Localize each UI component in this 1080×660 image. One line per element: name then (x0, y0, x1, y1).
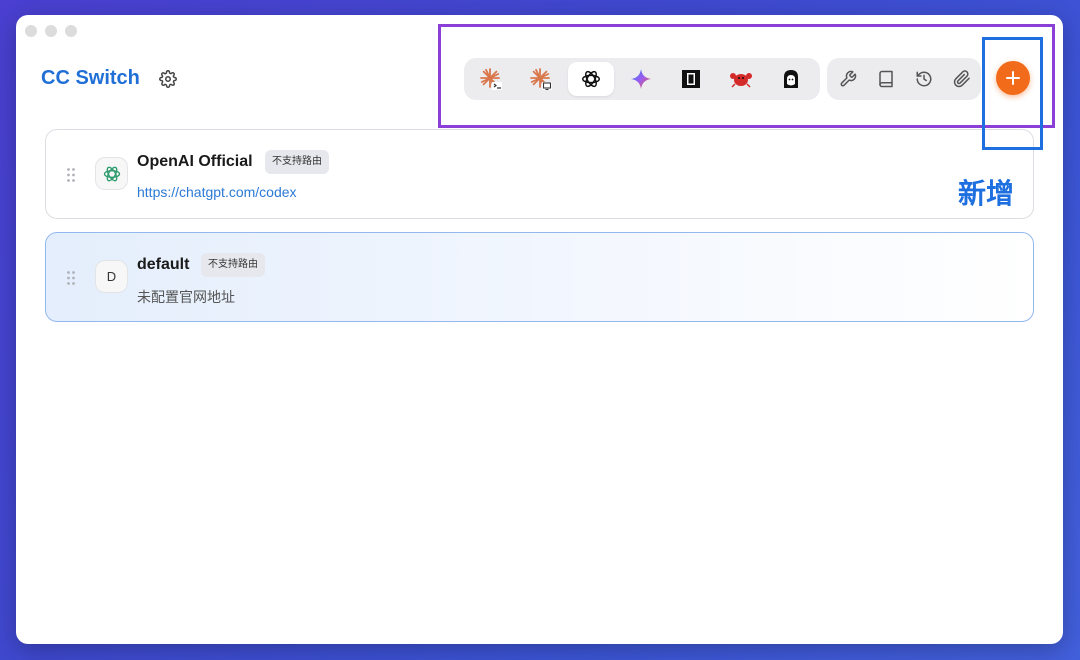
red-crab-icon (730, 73, 752, 88)
app-tab-character[interactable] (768, 62, 814, 96)
provider-name: OpenAI Official (137, 153, 253, 170)
app-tab-claude-code[interactable] (468, 62, 514, 96)
provider-card[interactable]: D default 不支持路由 未配置官网地址 (45, 232, 1034, 322)
tools-button[interactable] (833, 64, 863, 94)
provider-url-link[interactable]: https://chatgpt.com/codex (137, 184, 297, 200)
app-tab-claude-desktop[interactable] (518, 62, 564, 96)
character-avatar-icon (784, 70, 798, 88)
plus-icon (1006, 71, 1020, 85)
app-tab-openai[interactable] (568, 62, 614, 96)
app-tab-black-square[interactable] (668, 62, 714, 96)
history-button[interactable] (909, 64, 939, 94)
gemini-icon (630, 68, 652, 90)
minimize-window-button[interactable] (45, 25, 57, 37)
paperclip-icon (953, 70, 970, 88)
provider-avatar (95, 157, 128, 190)
app-switcher (464, 58, 820, 100)
claude-desktop-icon (530, 68, 552, 91)
drag-dots-icon (67, 168, 75, 182)
claude-code-icon (480, 68, 502, 90)
tools-toolbar (827, 58, 981, 100)
book-icon (879, 70, 893, 88)
openai-icon (103, 166, 120, 181)
routing-badge: 不支持路由 (201, 253, 265, 277)
history-icon (916, 71, 932, 87)
add-provider-button[interactable] (996, 61, 1030, 95)
docs-button[interactable] (871, 64, 901, 94)
gear-icon (159, 70, 177, 88)
drag-dots-icon (67, 271, 75, 285)
close-window-button[interactable] (25, 25, 37, 37)
drag-handle[interactable] (66, 167, 76, 183)
provider-avatar: D (95, 260, 128, 293)
app-tab-red-crab[interactable] (718, 62, 764, 96)
app-title: CC Switch (41, 67, 140, 89)
routing-badge: 不支持路由 (265, 150, 329, 174)
maximize-window-button[interactable] (65, 25, 77, 37)
annotation-label: 新增 (958, 178, 1015, 209)
drag-handle[interactable] (66, 270, 76, 286)
settings-button[interactable] (159, 70, 177, 88)
provider-subtitle: 未配置官网地址 (137, 289, 235, 305)
black-square-app-icon (682, 70, 700, 88)
attachment-button[interactable] (947, 64, 977, 94)
provider-card[interactable]: OpenAI Official 不支持路由 https://chatgpt.co… (45, 129, 1034, 219)
app-window: CC Switch OpenAI Official 不支持路由 https://… (16, 15, 1063, 644)
provider-name: default (137, 256, 190, 273)
wrench-icon (840, 70, 857, 87)
app-tab-gemini[interactable] (618, 62, 664, 96)
openai-icon (582, 70, 600, 88)
window-controls (25, 25, 77, 37)
